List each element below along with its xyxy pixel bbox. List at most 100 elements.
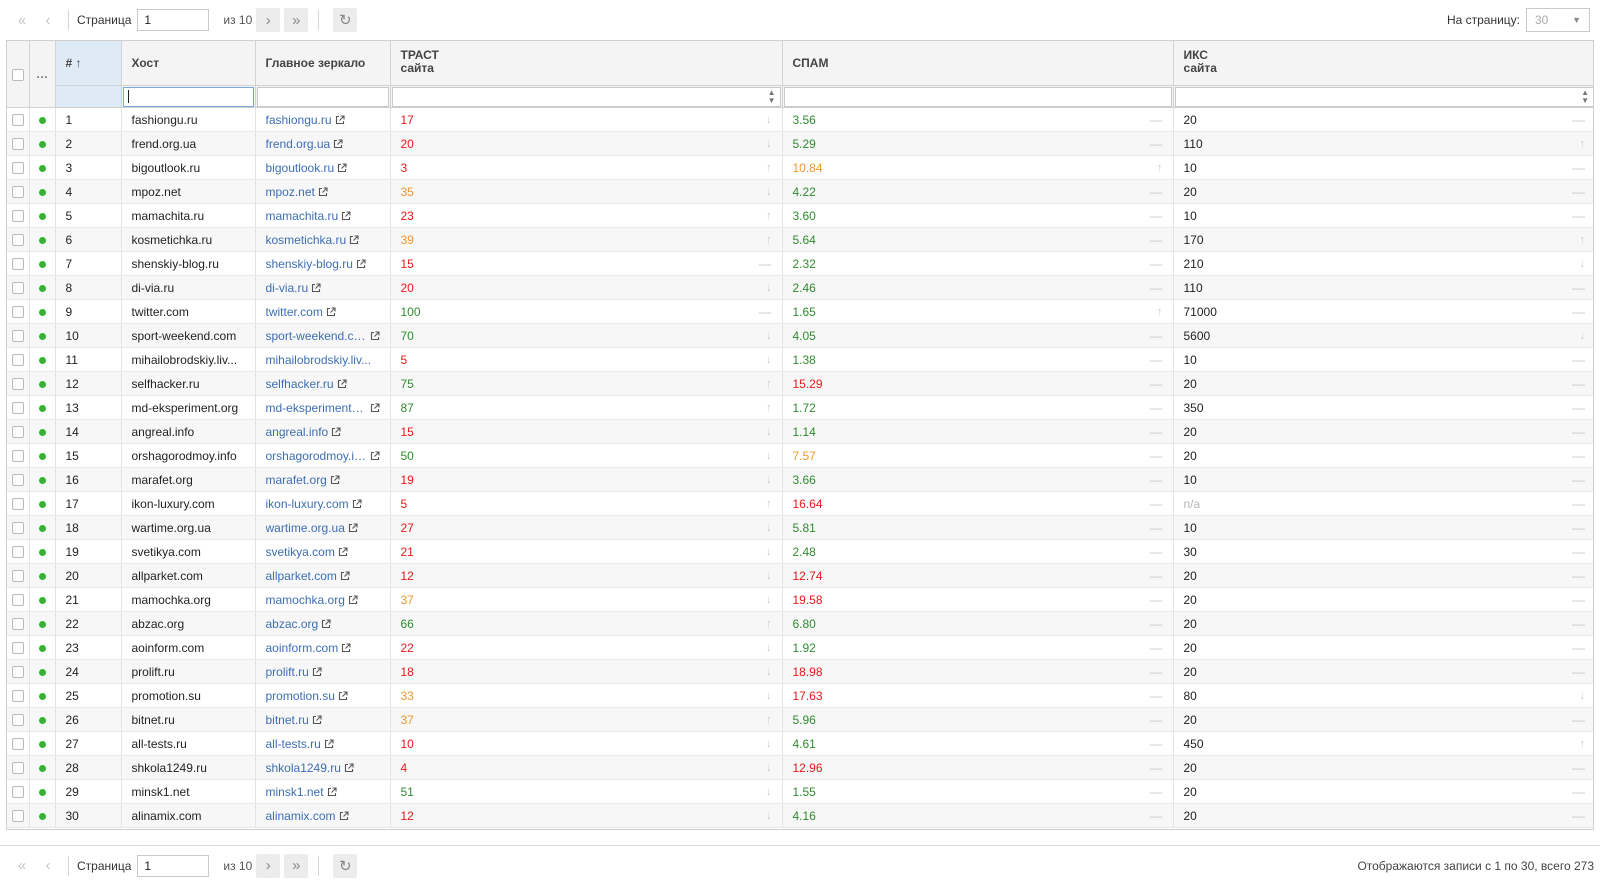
mirror-cell[interactable]: shenskiy-blog.ru — [255, 251, 391, 276]
mirror-cell[interactable]: orshagorodmoy.info — [255, 443, 391, 468]
more-columns-header[interactable]: … — [29, 41, 56, 108]
external-link-icon[interactable] — [336, 810, 349, 821]
mirror-link[interactable]: marafet.org — [266, 473, 327, 487]
row-checkbox[interactable] — [11, 258, 24, 271]
table-row[interactable]: 7 shenskiy-blog.ru shenskiy-blog.ru 15—2.32… — [7, 251, 1593, 276]
row-checkbox[interactable] — [11, 810, 24, 823]
table-row[interactable]: 19 svetikya.com svetikya.com 21 ↓ 2.48—30— — [7, 539, 1593, 564]
mirror-cell[interactable]: shkola1249.ru — [255, 755, 391, 780]
mirror-link[interactable]: mamochka.org — [266, 593, 345, 607]
external-link-icon[interactable] — [323, 306, 336, 317]
row-checkbox[interactable] — [11, 186, 24, 199]
prev-page-icon[interactable]: ‹ — [36, 854, 60, 878]
mirror-link[interactable]: bigoutlook.ru — [266, 161, 335, 175]
page-number-input[interactable] — [137, 9, 210, 31]
external-link-icon[interactable] — [334, 162, 347, 173]
row-checkbox[interactable] — [11, 282, 24, 295]
more-icon[interactable]: … — [36, 67, 48, 81]
table-row[interactable]: 4 mpoz.net mpoz.net 35 ↓ 4.22—20— — [7, 179, 1593, 204]
mirror-link[interactable]: md-eksperiment.o... — [266, 401, 367, 415]
mirror-cell[interactable]: bitnet.ru — [255, 707, 391, 732]
external-link-icon[interactable] — [341, 762, 354, 773]
row-checkbox[interactable] — [11, 306, 24, 319]
column-header-mirror[interactable]: Главное зеркало — [255, 41, 391, 86]
table-row[interactable]: 3 bigoutlook.ru bigoutlook.ru 3 ↑ 10.84 ↑ 10— — [7, 155, 1593, 180]
row-checkbox[interactable] — [11, 714, 24, 727]
mirror-link[interactable]: wartime.org.ua — [266, 521, 345, 535]
table-row[interactable]: 23 aoinform.com aoinform.com 22 ↓ 1.92—20— — [7, 635, 1593, 660]
mirror-link[interactable]: twitter.com — [266, 305, 323, 319]
trust-filter-input[interactable]: ▲ ▼ — [391, 86, 781, 107]
mirror-cell[interactable]: abzac.org — [255, 611, 391, 636]
column-header-trust[interactable]: ТРАСТ сайта — [390, 41, 783, 86]
mirror-cell[interactable]: md-eksperiment.o... — [255, 395, 391, 420]
external-link-icon[interactable] — [318, 618, 331, 629]
mirror-cell[interactable]: frend.org.ua — [255, 131, 391, 156]
external-link-icon[interactable] — [345, 522, 358, 533]
mirror-cell[interactable]: promotion.su — [255, 683, 391, 708]
row-checkbox[interactable] — [11, 210, 24, 223]
row-checkbox[interactable] — [11, 162, 24, 175]
mirror-link[interactable]: allparket.com — [266, 569, 337, 583]
external-link-icon[interactable] — [334, 378, 347, 389]
row-checkbox[interactable] — [11, 666, 24, 679]
table-row[interactable]: 13 md-eksperiment.org md-eksperiment.o... 8… — [7, 395, 1593, 420]
mirror-link[interactable]: bitnet.ru — [266, 713, 309, 727]
table-row[interactable]: 15 orshagorodmoy.info orshagorodmoy.info 50… — [7, 443, 1593, 468]
table-row[interactable]: 21 mamochka.org mamochka.org 37 ↓ 19.58—20— — [7, 587, 1593, 612]
last-page-icon[interactable]: » — [284, 853, 309, 878]
table-row[interactable]: 1 fashiongu.ru fashiongu.ru 17 ↓ 3.56—20— — [7, 107, 1593, 132]
row-checkbox[interactable] — [11, 114, 24, 127]
row-checkbox[interactable] — [11, 738, 24, 751]
column-header-iks[interactable]: ИКС сайта — [1173, 41, 1593, 86]
external-link-icon[interactable] — [367, 402, 380, 413]
row-checkbox[interactable] — [11, 378, 24, 391]
mirror-cell[interactable]: svetikya.com — [255, 539, 391, 564]
mirror-link[interactable]: selfhacker.ru — [266, 377, 334, 391]
mirror-cell[interactable]: mpoz.net — [255, 179, 391, 204]
mirror-cell[interactable]: marafet.org — [255, 467, 391, 492]
table-row[interactable]: 12 selfhacker.ru selfhacker.ru 75 ↑ 15.29—20— — [7, 371, 1593, 396]
mirror-link[interactable]: frend.org.ua — [266, 137, 331, 151]
mirror-link[interactable]: fashiongu.ru — [266, 113, 332, 127]
mirror-link[interactable]: aoinform.com — [266, 641, 339, 655]
filter-spam[interactable] — [782, 85, 1174, 108]
external-link-icon[interactable] — [346, 234, 359, 245]
mirror-link[interactable]: promotion.su — [266, 689, 335, 703]
table-row[interactable]: 10 sport-weekend.com sport-weekend.com 70 ↓ 4… — [7, 323, 1593, 348]
mirror-link[interactable]: di-via.ru — [266, 281, 309, 295]
external-link-icon[interactable] — [309, 714, 322, 725]
external-link-icon[interactable] — [330, 138, 343, 149]
external-link-icon[interactable] — [367, 330, 380, 341]
external-link-icon[interactable] — [345, 594, 358, 605]
filter-iks[interactable]: ▲ ▼ — [1173, 85, 1593, 108]
external-link-icon[interactable] — [332, 114, 345, 125]
mirror-cell[interactable]: all-tests.ru — [255, 731, 391, 756]
external-link-icon[interactable] — [315, 186, 328, 197]
table-row[interactable]: 2 frend.org.ua frend.org.ua 20 ↓ 5.29—110 ↑ — [7, 131, 1593, 156]
mirror-link[interactable]: all-tests.ru — [266, 737, 321, 751]
mirror-cell[interactable]: bigoutlook.ru — [255, 155, 391, 180]
mirror-link[interactable]: mamachita.ru — [266, 209, 339, 223]
external-link-icon[interactable] — [309, 666, 322, 677]
mirror-link[interactable]: svetikya.com — [266, 545, 335, 559]
mirror-cell[interactable]: allparket.com — [255, 563, 391, 588]
mirror-cell[interactable]: selfhacker.ru — [255, 371, 391, 396]
external-link-icon[interactable] — [321, 738, 334, 749]
mirror-cell[interactable]: fashiongu.ru — [255, 107, 391, 132]
external-link-icon[interactable] — [353, 258, 366, 269]
external-link-icon[interactable] — [337, 570, 350, 581]
mirror-cell[interactable]: wartime.org.ua — [255, 515, 391, 540]
mirror-cell[interactable]: mamochka.org — [255, 587, 391, 612]
row-checkbox[interactable] — [11, 234, 24, 247]
row-checkbox[interactable] — [11, 546, 24, 559]
table-row[interactable]: 20 allparket.com allparket.com 12 ↓ 12.74—20— — [7, 563, 1593, 588]
page-number-input[interactable] — [137, 854, 210, 877]
mirror-link[interactable]: ikon-luxury.com — [266, 497, 349, 511]
external-link-icon[interactable] — [324, 786, 337, 797]
filter-trust[interactable]: ▲ ▼ — [390, 85, 783, 108]
last-page-icon[interactable]: » — [284, 8, 309, 32]
mirror-cell[interactable]: aoinform.com — [255, 635, 391, 660]
table-row[interactable]: 28 shkola1249.ru shkola1249.ru 4 ↓ 12.96—20— — [7, 755, 1593, 780]
per-page-select[interactable]: 30 ▼ — [1526, 8, 1590, 32]
